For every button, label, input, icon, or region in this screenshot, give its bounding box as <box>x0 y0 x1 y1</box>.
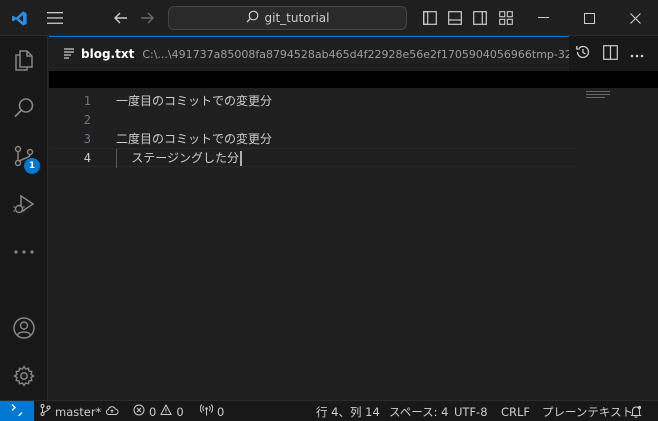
notifications-bell-icon[interactable] <box>630 401 642 421</box>
editor-line: 2 <box>49 110 658 129</box>
sync-cloud-icon <box>105 405 119 419</box>
close-icon[interactable] <box>612 0 658 36</box>
activity-bar: 1 <box>0 36 48 400</box>
line-number: 4 <box>83 150 91 165</box>
editor-actions <box>575 36 658 71</box>
branch-name: master* <box>55 404 102 419</box>
toggle-panel-icon[interactable] <box>445 0 465 36</box>
maximize-icon[interactable] <box>566 0 612 36</box>
status-bar: master* 0 0 0 行 4、列 14 スペース: 4 UTF-8 CRL… <box>0 400 658 421</box>
source-control-icon[interactable]: 1 <box>0 132 48 180</box>
timeline-history-icon[interactable] <box>575 44 591 63</box>
breadcrumb-bar <box>49 71 658 88</box>
account-icon[interactable] <box>0 304 48 352</box>
cursor-position-status[interactable]: 行 4、列 14 <box>316 401 380 421</box>
explorer-icon[interactable] <box>0 36 48 84</box>
vscode-logo-icon <box>4 0 34 36</box>
minimap[interactable] <box>586 91 610 100</box>
command-center-label: git_tutorial <box>264 11 330 25</box>
error-icon <box>133 404 145 419</box>
text-editor[interactable]: 1 一度目のコミットでの変更分 2 3 二度目のコミットでの変更分 4 ステージ… <box>49 88 658 400</box>
more-icon[interactable] <box>0 228 48 276</box>
tab-blog-txt[interactable]: blog.txt C:\...\491737a85008fa8794528ab4… <box>49 36 569 71</box>
warning-icon <box>160 403 173 419</box>
more-actions-icon[interactable] <box>630 47 644 61</box>
line-number: 1 <box>83 93 91 108</box>
toggle-secondary-sidebar-icon[interactable] <box>470 0 490 36</box>
line-text: ステージングした分 <box>116 149 242 166</box>
warning-count: 0 <box>176 404 184 419</box>
encoding-status[interactable]: UTF-8 <box>454 401 488 421</box>
line-text: 一度目のコミットでの変更分 <box>116 94 273 108</box>
line-number: 2 <box>83 112 91 127</box>
language-mode-status[interactable]: プレーンテキスト <box>542 401 633 421</box>
git-branch-icon <box>40 404 51 419</box>
line-number: 3 <box>83 131 91 146</box>
editor-line: 3 二度目のコミットでの変更分 <box>49 129 658 148</box>
customize-layout-icon[interactable] <box>496 0 516 36</box>
source-control-badge: 1 <box>24 158 40 174</box>
indentation-status[interactable]: スペース: 4 <box>389 401 448 421</box>
arrow-right-icon[interactable] <box>134 0 160 36</box>
eol-status[interactable]: CRLF <box>501 401 530 421</box>
branch-status[interactable]: master* <box>40 401 119 421</box>
split-editor-icon[interactable] <box>603 44 618 63</box>
editor-line: 1 一度目のコミットでの変更分 <box>49 91 658 110</box>
broadcast-antenna-icon <box>199 404 214 419</box>
editor-line-active: 4 ステージングした分 <box>49 148 576 168</box>
ports-count: 0 <box>217 404 225 419</box>
text-file-icon <box>63 47 75 62</box>
remote-indicator[interactable] <box>0 401 34 421</box>
toggle-primary-sidebar-icon[interactable] <box>420 0 440 36</box>
editor-tab-bar: blog.txt C:\...\491737a85008fa8794528ab4… <box>49 36 658 71</box>
search-icon[interactable] <box>0 84 48 132</box>
command-center-search[interactable]: git_tutorial <box>168 6 407 30</box>
tab-filename: blog.txt <box>81 47 135 61</box>
title-bar: git_tutorial <box>0 0 658 36</box>
problems-status[interactable]: 0 0 <box>133 401 184 421</box>
tab-file-path: C:\...\491737a85008fa8794528ab465d4f2292… <box>142 47 569 61</box>
minimize-icon[interactable] <box>520 0 566 36</box>
menu-icon[interactable] <box>40 0 70 36</box>
manage-gear-icon[interactable] <box>0 352 48 400</box>
remote-icon <box>11 404 23 419</box>
search-icon <box>246 10 259 26</box>
ports-status[interactable]: 0 <box>199 401 225 421</box>
run-debug-icon[interactable] <box>0 180 48 228</box>
arrow-left-icon[interactable] <box>108 0 134 36</box>
text-cursor <box>240 151 242 166</box>
line-text: 二度目のコミットでの変更分 <box>116 132 273 146</box>
error-count: 0 <box>149 404 157 419</box>
